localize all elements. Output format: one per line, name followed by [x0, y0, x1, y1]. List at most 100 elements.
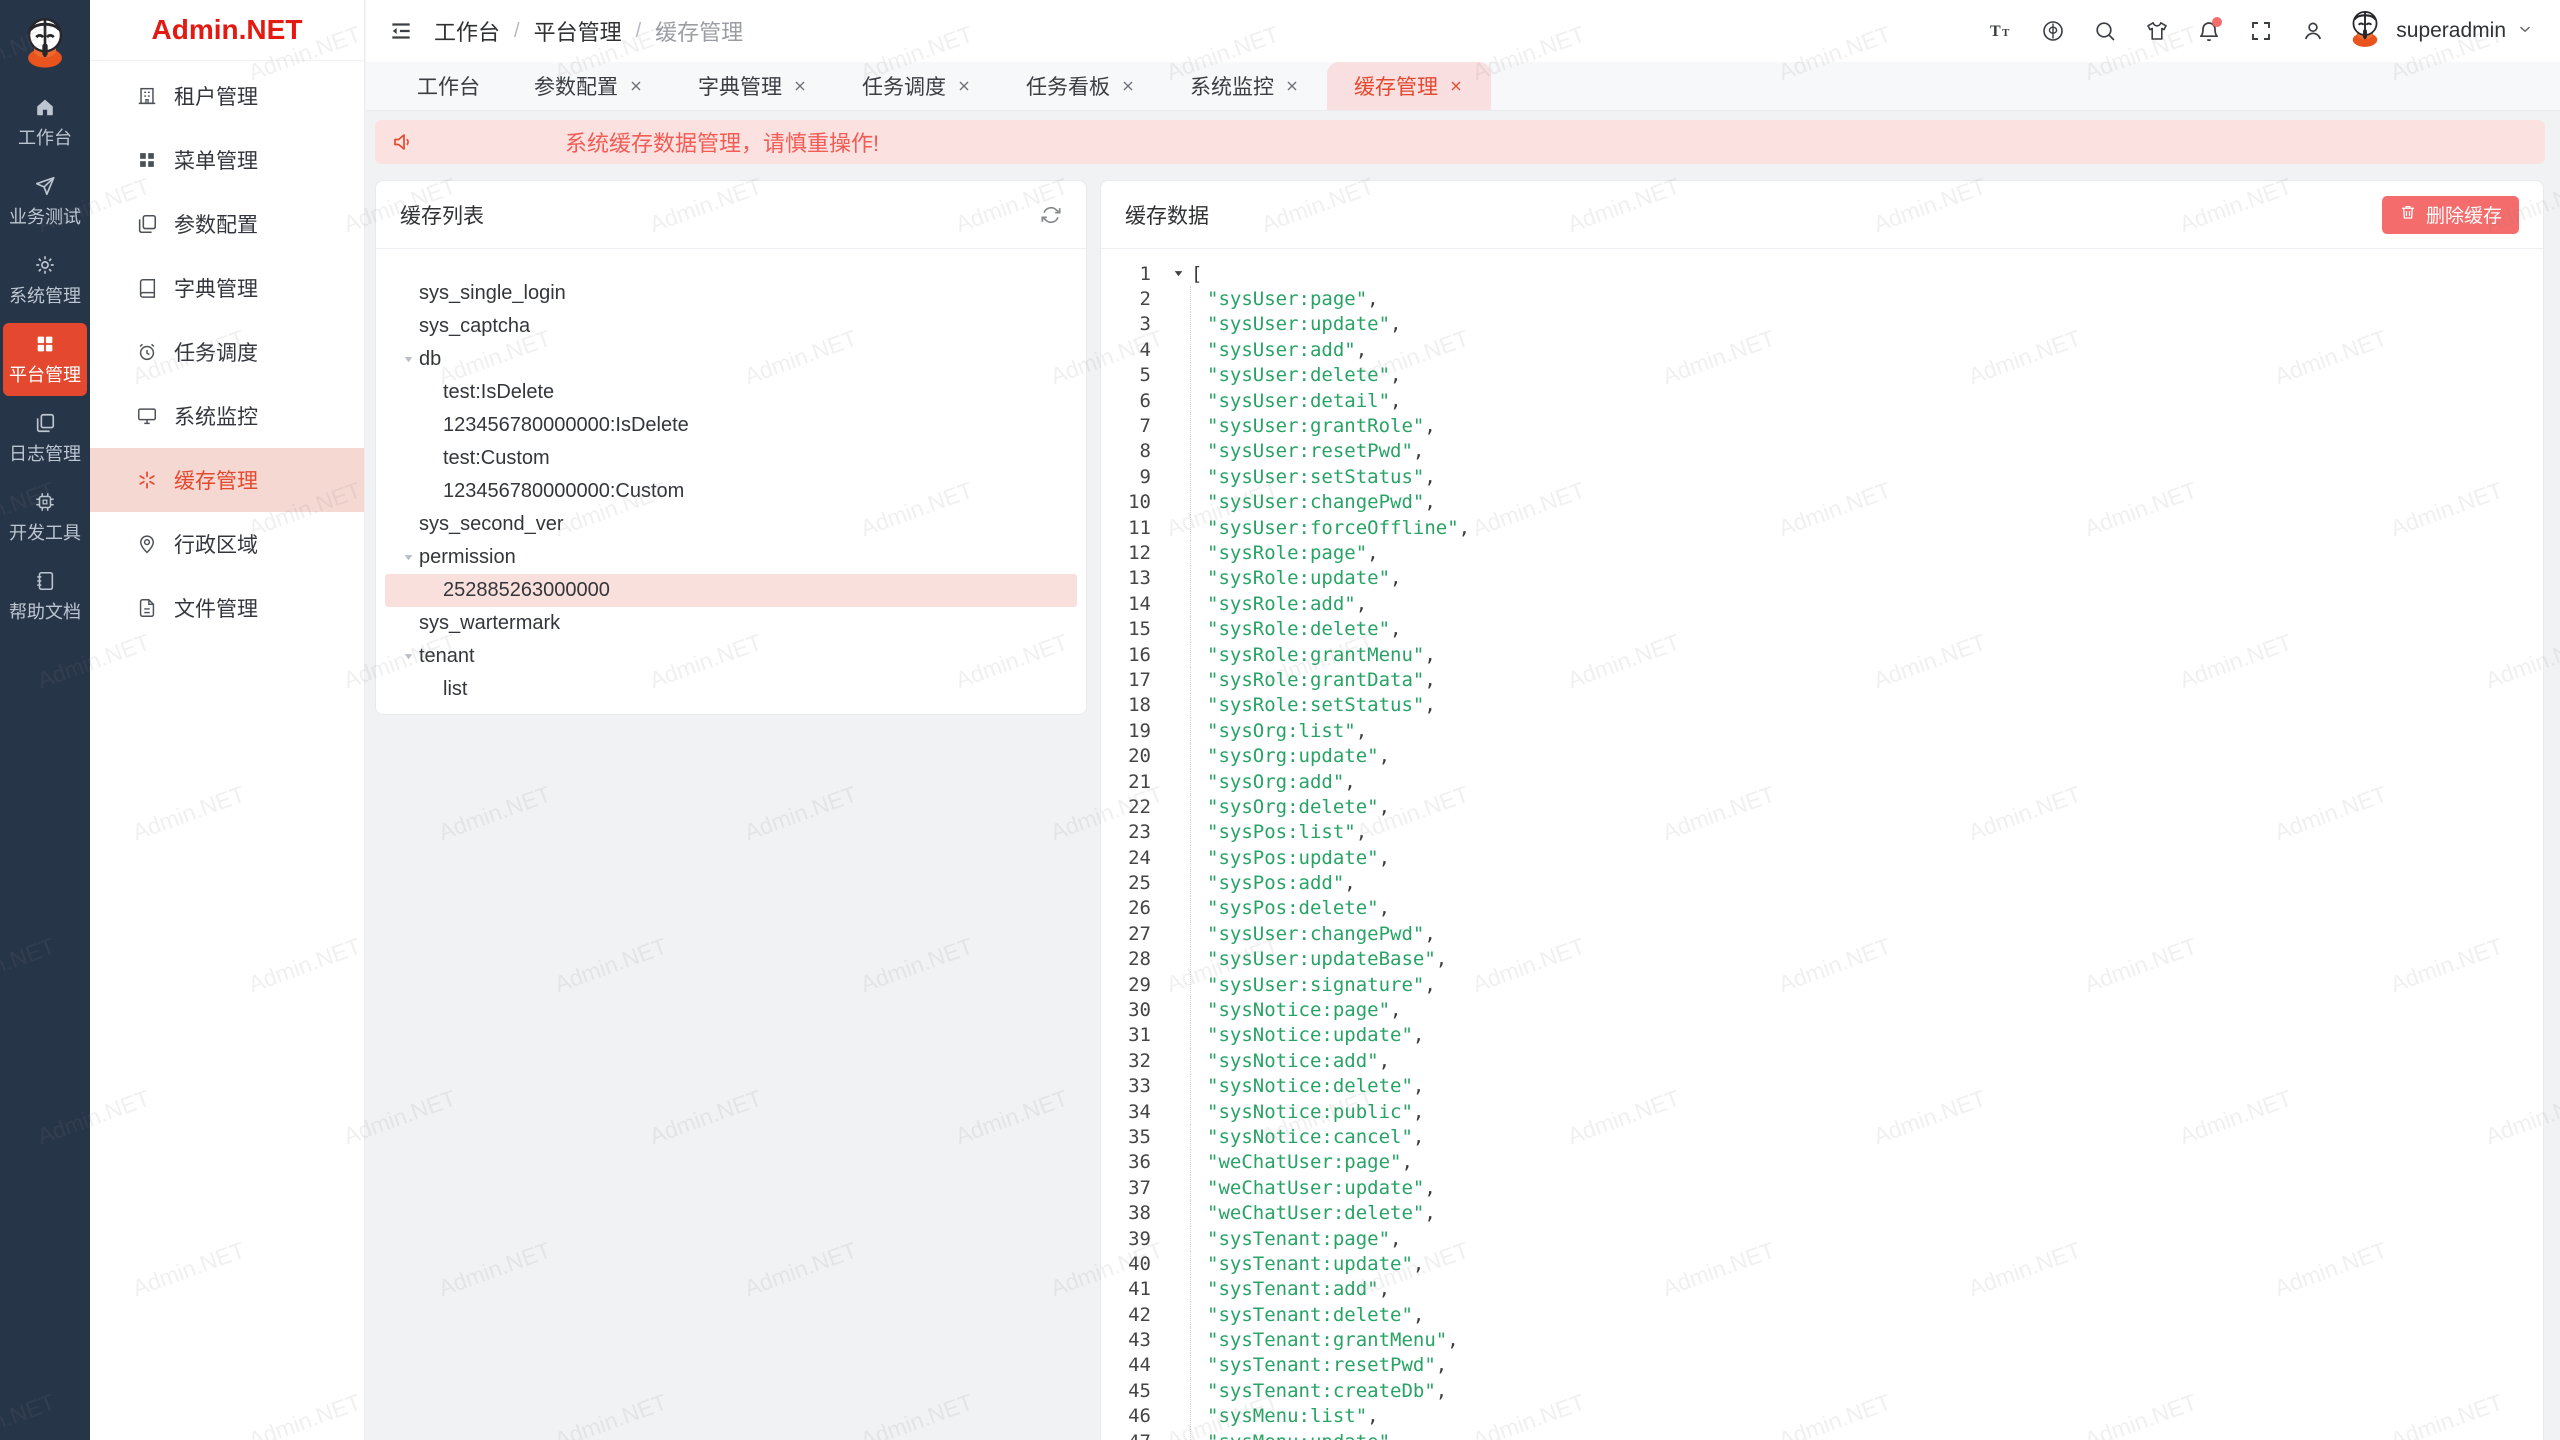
tab-工作台[interactable]: 工作台	[390, 62, 507, 110]
line-number: 2	[1101, 288, 1151, 310]
bell-icon[interactable]	[2188, 10, 2230, 52]
app-logo[interactable]	[0, 0, 90, 86]
search-icon[interactable]	[2084, 10, 2126, 52]
code-comma: ,	[1424, 1177, 1435, 1199]
close-icon[interactable]	[1284, 78, 1300, 94]
fontsize-icon[interactable]: TT	[1980, 10, 2022, 52]
tab-字典管理[interactable]: 字典管理	[671, 62, 835, 110]
fold-caret-icon[interactable]	[1151, 267, 1191, 280]
code-string: "weChatUser:delete"	[1207, 1202, 1424, 1224]
code-string: "sysPos:update"	[1207, 847, 1379, 869]
sidebar-item-spark[interactable]: 缓存管理	[90, 448, 364, 512]
tab-任务看板[interactable]: 任务看板	[999, 62, 1163, 110]
line-number: 31	[1101, 1024, 1151, 1046]
breadcrumb-item[interactable]: 平台管理	[534, 15, 622, 47]
rail-item-gear[interactable]: 系统管理	[3, 244, 87, 317]
code-line: 26 "sysPos:delete",	[1101, 896, 2543, 921]
sidebar-item-copydocs[interactable]: 参数配置	[90, 192, 364, 256]
rail-item-home[interactable]: 工作台	[3, 86, 87, 159]
tree-node-sys_single_login[interactable]: sys_single_login	[385, 277, 1077, 310]
tree-node-list[interactable]: list	[385, 673, 1077, 706]
code-line: 42 "sysTenant:delete",	[1101, 1302, 2543, 1327]
line-number: 4	[1101, 339, 1151, 361]
tree-node-sys_captcha[interactable]: sys_captcha	[385, 310, 1077, 343]
rail-item-grid[interactable]: 平台管理	[3, 323, 87, 396]
line-number: 27	[1101, 923, 1151, 945]
sidebar-item-file[interactable]: 文件管理	[90, 576, 364, 640]
copydocs-icon	[136, 213, 158, 235]
tab-bar: 工作台参数配置字典管理任务调度任务看板系统监控缓存管理	[366, 62, 2560, 111]
breadcrumb-item[interactable]: 工作台	[434, 15, 500, 47]
rail-item-send[interactable]: 业务测试	[3, 165, 87, 238]
code-comma: ,	[1436, 1380, 1447, 1402]
rail-item-notebook[interactable]: 帮助文档	[3, 560, 87, 633]
close-icon[interactable]	[956, 78, 972, 94]
tree-node-permission[interactable]: permission	[385, 541, 1077, 574]
sidebar-item-menugrid[interactable]: 菜单管理	[90, 128, 364, 192]
tree-node-123456780000000:Custom[interactable]: 123456780000000:Custom	[385, 475, 1077, 508]
tree-node-sys_wartermark[interactable]: sys_wartermark	[385, 607, 1077, 640]
close-icon[interactable]	[1448, 78, 1464, 94]
caret-down-icon[interactable]	[397, 353, 419, 366]
rail-item-docs[interactable]: 日志管理	[3, 402, 87, 475]
code-line: 20 "sysOrg:update",	[1101, 743, 2543, 768]
tree-node-sys_second_ver[interactable]: sys_second_ver	[385, 508, 1077, 541]
sidebar-item-pin[interactable]: 行政区域	[90, 512, 364, 576]
code-comma: ,	[1413, 1253, 1424, 1275]
tab-参数配置[interactable]: 参数配置	[507, 62, 671, 110]
line-number: 26	[1101, 897, 1151, 919]
theme-icon[interactable]	[2136, 10, 2178, 52]
line-number: 40	[1101, 1253, 1151, 1275]
tree-node-tenant[interactable]: tenant	[385, 640, 1077, 673]
code-line: 15 "sysRole:delete",	[1101, 616, 2543, 641]
line-number: 12	[1101, 542, 1151, 564]
sidebar-item-clock[interactable]: 任务调度	[90, 320, 364, 384]
user-menu[interactable]: superadmin	[2344, 8, 2534, 55]
send-icon	[34, 175, 56, 197]
close-icon[interactable]	[1120, 78, 1136, 94]
tree-node-test:IsDelete[interactable]: test:IsDelete	[385, 376, 1077, 409]
code-comma: ,	[1413, 1075, 1424, 1097]
sidebar-item-label: 缓存管理	[174, 465, 258, 495]
tab-任务调度[interactable]: 任务调度	[835, 62, 999, 110]
code-comma: ,	[1424, 923, 1435, 945]
sidebar-item-monitor[interactable]: 系统监控	[90, 384, 364, 448]
refresh-icon[interactable]	[1040, 204, 1062, 226]
user-name: superadmin	[2396, 19, 2506, 43]
delete-cache-button[interactable]: 删除缓存	[2382, 196, 2519, 234]
file-icon	[136, 597, 158, 619]
sidebar-item-book[interactable]: 字典管理	[90, 256, 364, 320]
tree-node-252885263000000[interactable]: 252885263000000	[385, 574, 1077, 607]
indent-guide	[1151, 490, 1191, 515]
close-icon[interactable]	[792, 78, 808, 94]
fullscreen-icon[interactable]	[2240, 10, 2282, 52]
tab-系统监控[interactable]: 系统监控	[1163, 62, 1327, 110]
indent-guide	[1151, 820, 1191, 845]
indent-guide	[1151, 566, 1191, 591]
tree-node-123456780000000:IsDelete[interactable]: 123456780000000:IsDelete	[385, 409, 1077, 442]
sidebar-fold-icon[interactable]	[384, 14, 418, 48]
code-line: 35 "sysNotice:cancel",	[1101, 1124, 2543, 1149]
svg-text:T: T	[2002, 27, 2010, 39]
rail-item-chip[interactable]: 开发工具	[3, 481, 87, 554]
code-comma: ,	[1356, 593, 1367, 615]
language-icon[interactable]	[2032, 10, 2074, 52]
grid-icon	[34, 333, 56, 355]
code-comma: ,	[1424, 644, 1435, 666]
code-string: "sysOrg:add"	[1207, 771, 1344, 793]
code-string: "sysRole:update"	[1207, 567, 1390, 589]
tree-node-db[interactable]: db	[385, 343, 1077, 376]
close-icon[interactable]	[628, 78, 644, 94]
tab-缓存管理[interactable]: 缓存管理	[1327, 62, 1491, 110]
tree-node-test:Custom[interactable]: test:Custom	[385, 442, 1077, 475]
code-string: "sysUser:add"	[1207, 339, 1356, 361]
caret-down-icon[interactable]	[397, 650, 419, 663]
code-string: "sysTenant:add"	[1207, 1278, 1379, 1300]
tree-node-label: 123456780000000:IsDelete	[443, 414, 689, 437]
line-number: 8	[1101, 440, 1151, 462]
sidebar-item-building[interactable]: 租户管理	[90, 64, 364, 128]
cache-data-title: 缓存数据	[1125, 200, 1209, 230]
caret-down-icon[interactable]	[397, 551, 419, 564]
user-icon[interactable]	[2292, 10, 2334, 52]
indent-guide	[1151, 413, 1191, 438]
